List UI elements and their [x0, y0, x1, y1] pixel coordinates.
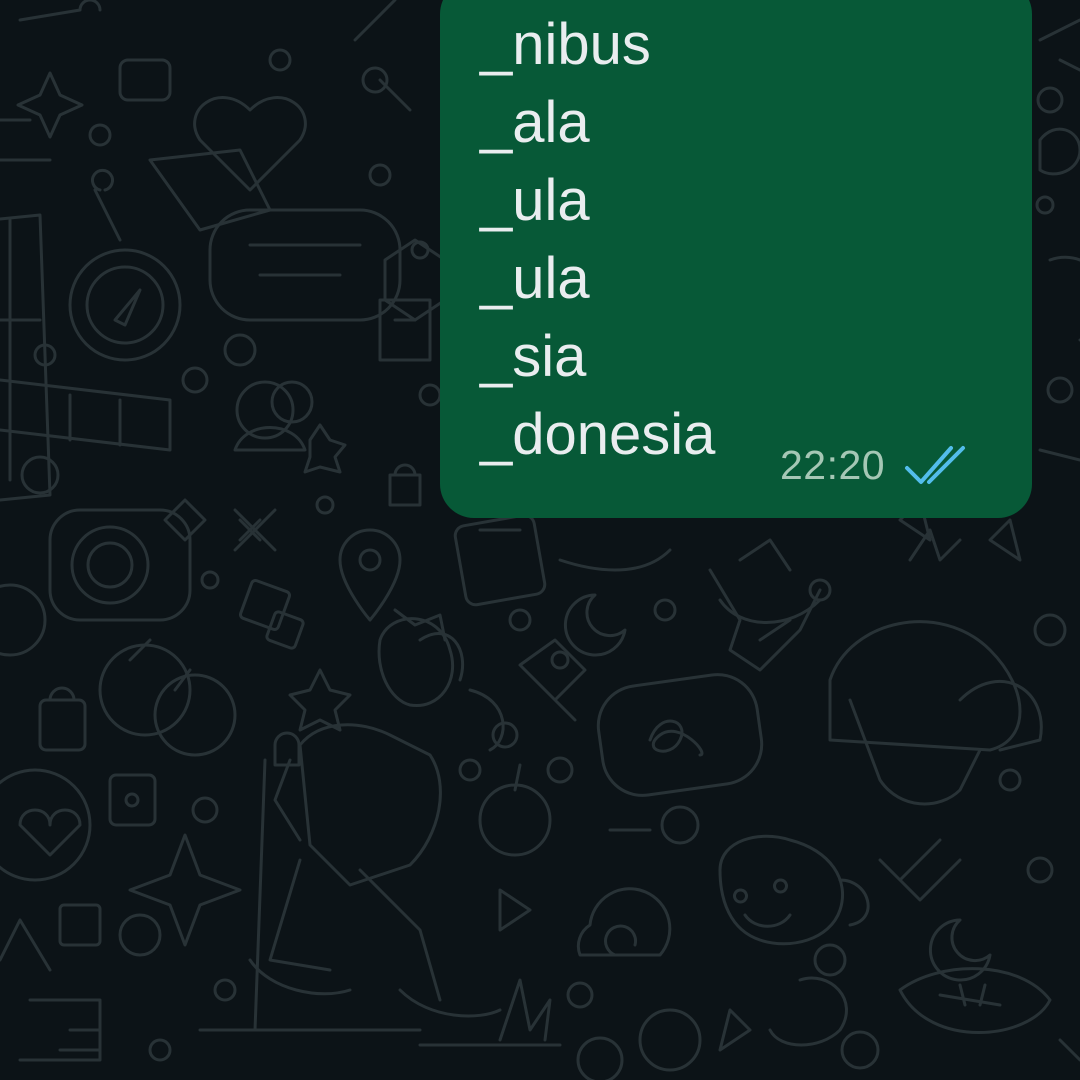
message-line: _donesia: [480, 402, 716, 467]
message-text: _nibus _ala _ula _ula _sia _donesia: [480, 6, 715, 474]
message-line: _nibus: [480, 12, 651, 77]
message-line: _sia: [480, 324, 587, 389]
chat-area[interactable]: _nibus _ala _ula _ula _sia _donesia 22:2…: [0, 0, 1080, 1080]
message-line: _ala: [480, 90, 590, 155]
message-timestamp: 22:20: [780, 442, 886, 488]
double-check-read-icon: [903, 444, 973, 488]
message-meta: 22:20: [780, 442, 973, 489]
message-line: _ula: [480, 168, 590, 233]
outgoing-message-bubble[interactable]: _nibus _ala _ula _ula _sia _donesia 22:2…: [440, 0, 1032, 518]
message-line: _ula: [480, 246, 590, 311]
